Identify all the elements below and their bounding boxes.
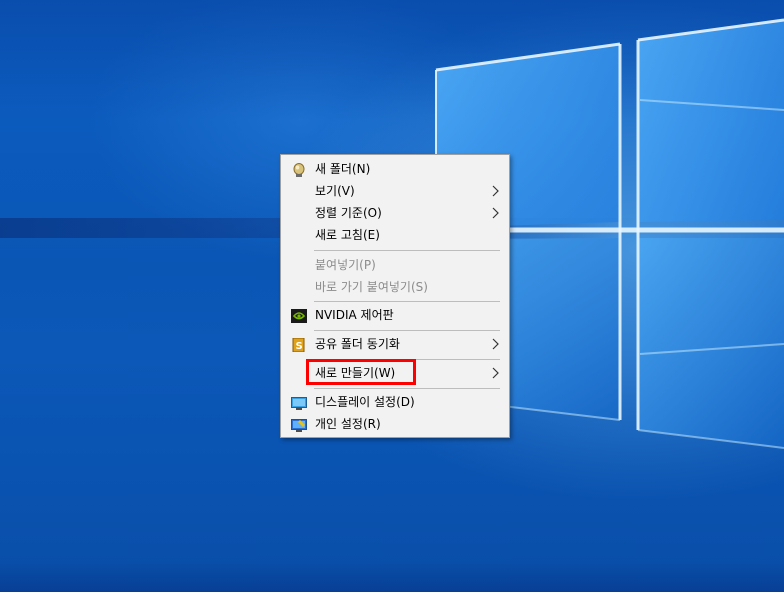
new-folder-icon — [291, 162, 307, 177]
menu-separator — [314, 359, 500, 360]
menu-separator — [314, 301, 500, 302]
menu-item-sort-by[interactable]: 정렬 기준(O) — [282, 202, 508, 224]
desktop-context-menu: 새 폴더(N) 보기(V) 정렬 기준(O) 새로 고침(E) 붙여넣기(P) … — [280, 154, 510, 438]
svg-text:S: S — [296, 341, 303, 352]
display-icon — [291, 395, 307, 410]
menu-separator — [314, 330, 500, 331]
menu-item-label: 새 폴더(N) — [315, 162, 371, 176]
menu-item-shared-folder-sync[interactable]: S 공유 폴더 동기화 — [282, 333, 508, 355]
menu-separator — [314, 250, 500, 251]
menu-item-label: 보기(V) — [315, 184, 355, 198]
menu-item-new[interactable]: 새로 만들기(W) — [282, 362, 508, 384]
menu-item-label: 공유 폴더 동기화 — [315, 337, 400, 351]
chevron-right-icon — [490, 202, 502, 224]
menu-item-label: NVIDIA 제어판 — [315, 308, 394, 322]
menu-item-label: 바로 가기 붙여넣기(S) — [315, 280, 428, 294]
menu-item-paste: 붙여넣기(P) — [282, 254, 508, 276]
menu-item-personalize[interactable]: 개인 설정(R) — [282, 413, 508, 435]
menu-item-paste-shortcut: 바로 가기 붙여넣기(S) — [282, 276, 508, 298]
menu-item-display-settings[interactable]: 디스플레이 설정(D) — [282, 391, 508, 413]
menu-item-view[interactable]: 보기(V) — [282, 180, 508, 202]
menu-item-label: 디스플레이 설정(D) — [315, 395, 415, 409]
sync-icon: S — [291, 337, 307, 353]
menu-item-label: 붙여넣기(P) — [315, 258, 376, 272]
chevron-right-icon — [490, 362, 502, 384]
menu-separator — [314, 388, 500, 389]
menu-item-refresh[interactable]: 새로 고침(E) — [282, 224, 508, 246]
menu-item-label: 새로 만들기(W) — [315, 366, 396, 380]
menu-item-nvidia-control-panel[interactable]: NVIDIA 제어판 — [282, 304, 508, 326]
personalize-icon — [291, 417, 307, 432]
chevron-right-icon — [490, 333, 502, 355]
chevron-right-icon — [490, 180, 502, 202]
menu-item-label: 정렬 기준(O) — [315, 206, 382, 220]
nvidia-icon — [291, 308, 307, 323]
menu-item-new-folder[interactable]: 새 폴더(N) — [282, 158, 508, 180]
menu-item-label: 새로 고침(E) — [315, 228, 380, 242]
menu-item-label: 개인 설정(R) — [315, 417, 381, 431]
